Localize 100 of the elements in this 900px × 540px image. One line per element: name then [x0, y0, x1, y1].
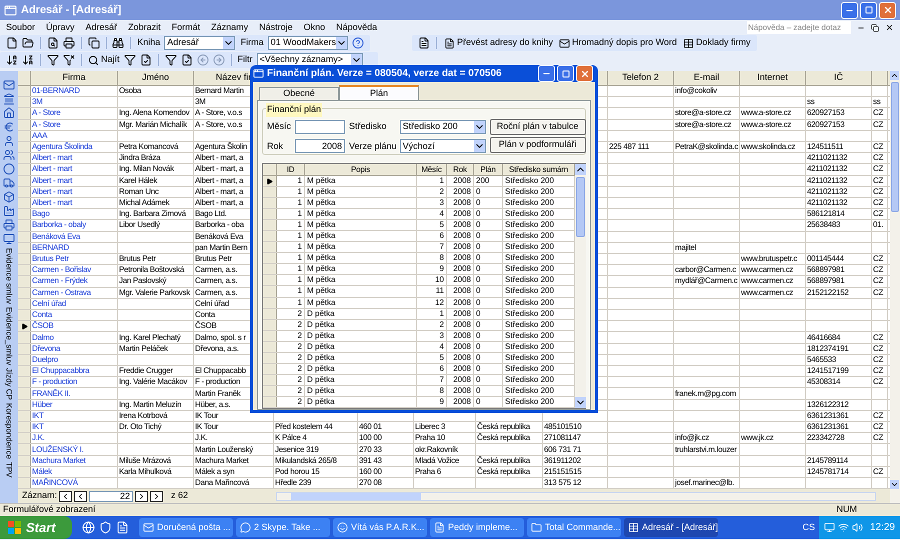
help-icon[interactable]	[352, 37, 364, 49]
dropdown-icon[interactable]	[474, 120, 485, 133]
help-search-field[interactable]: Nápověda – zadejte dotaz	[747, 21, 851, 34]
menu-item[interactable]: Nástroje	[259, 20, 293, 34]
file-check-icon[interactable]	[140, 54, 152, 66]
maximize-button[interactable]	[860, 2, 877, 18]
menu-item[interactable]: Záznamy	[211, 20, 248, 34]
folder-icon[interactable]	[22, 37, 34, 49]
chat-icon[interactable]	[240, 522, 251, 533]
row-selector[interactable]	[18, 321, 31, 332]
toolbar-button[interactable]: Převést adresy do knihy	[443, 36, 554, 50]
house-icon[interactable]	[3, 107, 15, 119]
truck-icon[interactable]	[3, 177, 15, 189]
arrow-right-icon[interactable]	[212, 54, 225, 66]
close-icon[interactable]	[885, 23, 894, 32]
people-icon[interactable]	[3, 149, 15, 161]
menu-item[interactable]: Zobrazit	[128, 20, 161, 34]
mail-icon[interactable]	[559, 38, 570, 48]
column-header[interactable]: IČ	[834, 71, 843, 85]
dialog-button[interactable]: Plán v podformuláři	[490, 137, 586, 153]
column-header[interactable]: ID	[277, 164, 305, 175]
scroll-thumb[interactable]	[576, 177, 585, 237]
close-button[interactable]	[576, 65, 593, 82]
euro-icon[interactable]	[3, 121, 15, 133]
horizontal-scrollbar[interactable]	[276, 492, 876, 500]
sidebar-tab[interactable]: Evidence smluv	[4, 248, 14, 304]
find-button[interactable]: Najít	[88, 53, 120, 67]
funnel-icon[interactable]	[164, 54, 177, 66]
column-header[interactable]: Měsíc	[417, 164, 447, 175]
scroll-up-icon[interactable]	[890, 71, 899, 80]
menu-item[interactable]: Formát	[172, 20, 200, 34]
taskbar-button[interactable]: Doručená pošta ...	[139, 518, 233, 537]
close-button[interactable]	[879, 2, 896, 18]
monitor-icon[interactable]	[824, 522, 835, 533]
start-button[interactable]: Start	[0, 516, 72, 539]
toolbar-button[interactable]: Hromadný dopis pro Word	[558, 36, 678, 50]
box-icon[interactable]	[3, 191, 15, 203]
column-header[interactable]: Internet	[757, 71, 788, 85]
menu-item[interactable]: Soubor	[6, 20, 36, 34]
menu-item[interactable]: Adresář	[86, 20, 118, 34]
document-icon[interactable]	[418, 37, 430, 49]
funnel-icon[interactable]	[124, 54, 136, 66]
column-header[interactable]: Firma	[62, 71, 86, 85]
new-file-icon[interactable]	[6, 37, 18, 49]
binoculars-icon[interactable]	[112, 37, 124, 49]
face-icon[interactable]	[337, 522, 348, 533]
funnel-remove-icon[interactable]	[63, 54, 75, 66]
scroll-down-icon[interactable]	[890, 480, 899, 489]
tab[interactable]: Obecné	[259, 87, 339, 100]
scroll-up-icon[interactable]	[575, 164, 586, 175]
copy-icon[interactable]	[88, 37, 100, 49]
sidebar-tab[interactable]: Korespondence	[4, 403, 14, 460]
dialog-button[interactable]: Roční plán v tabulce	[490, 119, 586, 135]
menu-item[interactable]: Nápověda	[336, 20, 378, 34]
factory-icon[interactable]	[3, 205, 15, 217]
sidebar-tab[interactable]: TPV	[4, 462, 14, 478]
restore-icon[interactable]	[871, 24, 879, 32]
sidebar-tab[interactable]: Jízdy CP	[4, 368, 14, 400]
document-icon[interactable]	[444, 38, 455, 48]
dropdown-icon[interactable]	[474, 140, 485, 152]
column-header[interactable]: Plán	[474, 164, 503, 175]
minimize-button[interactable]	[841, 2, 858, 18]
row-selector[interactable]	[263, 176, 277, 186]
globe-icon[interactable]	[82, 521, 95, 534]
record-number-field[interactable]: 22	[89, 490, 134, 502]
company-dropdown[interactable]: 01 WoodMakers	[268, 36, 348, 50]
person-icon[interactable]	[3, 135, 15, 147]
vertical-scrollbar[interactable]	[890, 71, 900, 503]
taskbar-button[interactable]: Peddy impleme...	[430, 518, 524, 537]
year-field[interactable]: 2008	[295, 139, 346, 154]
version-dropdown[interactable]: Výchozí	[400, 139, 486, 154]
taskbar-button[interactable]: Total Commande...	[527, 518, 621, 537]
previous-record-button[interactable]	[74, 490, 88, 502]
column-header[interactable]: Popis	[305, 164, 417, 175]
month-field[interactable]	[295, 120, 346, 134]
print-preview-icon[interactable]	[46, 37, 59, 49]
circle-icon[interactable]	[3, 163, 15, 175]
dropdown-icon[interactable]	[222, 37, 234, 49]
sort-ascending-icon[interactable]	[6, 54, 18, 66]
network-icon[interactable]	[838, 522, 849, 533]
shield-icon[interactable]	[99, 521, 112, 534]
last-record-button[interactable]	[150, 490, 164, 502]
funnel-icon[interactable]	[47, 54, 59, 66]
taskbar-button[interactable]: Adresář - [Adresář]	[624, 518, 718, 537]
book-dropdown[interactable]: Adresář	[164, 36, 235, 50]
column-header[interactable]: Jméno	[142, 71, 169, 85]
taskbar-button[interactable]: 2 Skype. Take ...	[236, 518, 330, 537]
maximize-button[interactable]	[557, 65, 574, 82]
sidebar-tab[interactable]: Evidence_smluv	[4, 307, 14, 366]
vertical-scrollbar[interactable]	[575, 164, 586, 408]
taskbar-button[interactable]: Vítá vás P.A.R.K...	[333, 518, 427, 537]
menu-item[interactable]: Okno	[304, 20, 326, 34]
file-check-icon[interactable]	[180, 54, 193, 66]
column-header[interactable]: Rok	[447, 164, 474, 175]
menu-item[interactable]: Úpravy	[46, 20, 75, 34]
column-header[interactable]: Telefon 2	[622, 71, 659, 85]
minimize-button[interactable]	[538, 65, 555, 82]
tab[interactable]: Plán	[339, 85, 419, 100]
bank-icon[interactable]	[3, 93, 15, 105]
speaker-icon[interactable]	[852, 522, 863, 533]
